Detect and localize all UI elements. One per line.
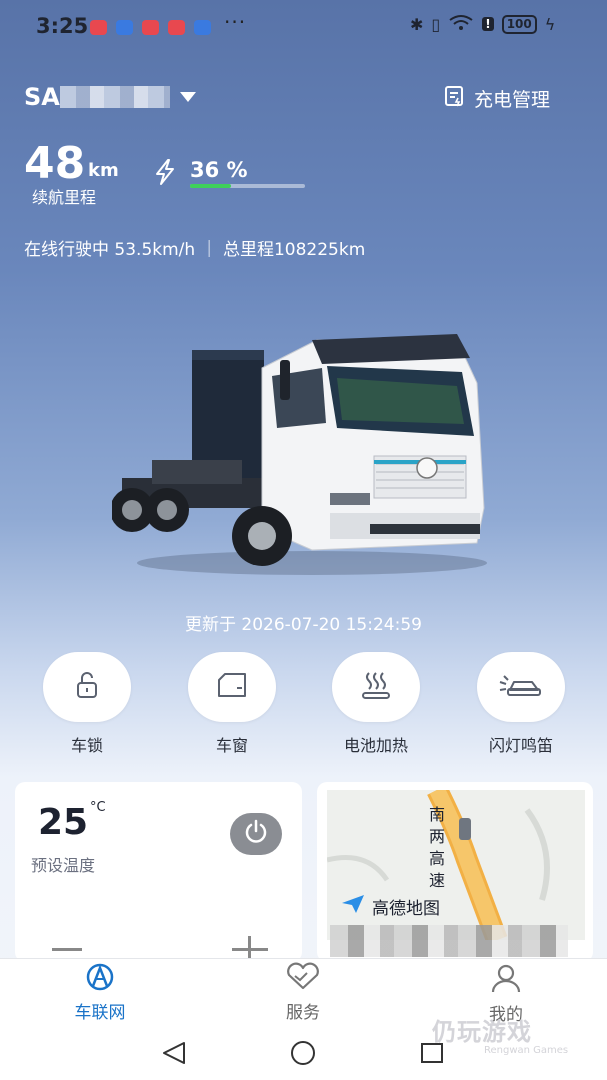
last-update-time: 更新于 2026-07-20 15:24:59 bbox=[185, 615, 422, 635]
charge-document-icon bbox=[444, 85, 466, 112]
home-icon bbox=[291, 1041, 315, 1065]
back-button[interactable] bbox=[160, 1040, 188, 1070]
temperature-decrease-button[interactable] bbox=[52, 948, 82, 951]
range-label: 续航里程 bbox=[32, 188, 97, 207]
climate-power-button[interactable] bbox=[230, 813, 282, 855]
preset-temperature: 25 bbox=[38, 802, 89, 843]
charge-management-button[interactable]: 充电管理 bbox=[444, 85, 550, 112]
nav-service-label: 服务 bbox=[286, 1003, 320, 1023]
window-label: 车窗 bbox=[215, 736, 248, 755]
map-road-label: 南 两 高 速 bbox=[429, 805, 446, 890]
horn-button[interactable] bbox=[477, 652, 565, 722]
vehicle-id-prefix: SA bbox=[24, 83, 60, 111]
status-bar: 3:25 ··· ✱ ▯ ! 100 ϟ bbox=[0, 0, 607, 56]
chevron-down-icon bbox=[179, 92, 196, 102]
status-icons: ✱ ▯ ! 100 ϟ bbox=[410, 14, 555, 34]
battery-progress-track bbox=[190, 184, 305, 188]
wifi-icon bbox=[448, 14, 474, 34]
usb-icon bbox=[116, 20, 133, 35]
control-window[interactable]: 车窗 bbox=[188, 652, 276, 756]
service-icon bbox=[243, 962, 363, 996]
charge-management-label: 充电管理 bbox=[474, 89, 551, 111]
control-flash-horn[interactable]: 闪灯鸣笛 bbox=[477, 652, 565, 756]
battery-percent: 36 % bbox=[190, 158, 248, 182]
back-icon bbox=[163, 1042, 185, 1064]
heating-label: 电池加热 bbox=[343, 736, 408, 755]
control-battery-heating[interactable]: 电池加热 bbox=[332, 652, 420, 756]
lock-icon bbox=[71, 669, 103, 705]
notification-icon bbox=[90, 20, 107, 35]
vibrate-icon: ▯ bbox=[431, 14, 441, 34]
vehicle-id-redacted bbox=[59, 86, 170, 108]
window-icon bbox=[215, 670, 249, 704]
notification-icon bbox=[142, 20, 159, 35]
map-address-redacted bbox=[330, 925, 568, 957]
battery-progress-fill bbox=[190, 184, 232, 188]
control-lock[interactable]: 车锁 bbox=[43, 652, 131, 756]
more-notifications-icon: ··· bbox=[224, 10, 247, 34]
power-icon bbox=[242, 818, 270, 850]
lock-button[interactable] bbox=[43, 652, 131, 722]
preset-temperature-label: 预设温度 bbox=[31, 856, 96, 875]
amap-logo: 高德地图 bbox=[340, 893, 440, 920]
lock-label: 车锁 bbox=[70, 736, 103, 755]
profile-icon bbox=[446, 962, 566, 998]
notification-icon bbox=[168, 20, 185, 35]
map-provider: 高德地图 bbox=[372, 899, 440, 919]
charging-icon: ϟ bbox=[544, 14, 556, 34]
heating-button[interactable] bbox=[332, 652, 420, 722]
alert-icon: ! bbox=[482, 17, 494, 31]
drive-status: 在线行驶中 53.5km/h ｜ 总里程108225km bbox=[24, 240, 366, 260]
temperature-unit: °C bbox=[90, 800, 106, 815]
car-network-icon bbox=[40, 962, 160, 996]
heating-icon bbox=[359, 669, 393, 705]
nav-car-network-label: 车联网 bbox=[74, 1003, 126, 1023]
watermark-main: 仍玩游戏 bbox=[432, 1018, 532, 1046]
status-time: 3:25 bbox=[36, 14, 89, 38]
lightning-icon bbox=[152, 158, 178, 190]
truck-image bbox=[110, 328, 492, 583]
horn-label: 闪灯鸣笛 bbox=[488, 736, 553, 755]
bluetooth-notif-icon bbox=[194, 20, 211, 35]
home-button[interactable] bbox=[289, 1040, 317, 1070]
plus-icon bbox=[248, 936, 251, 958]
nav-car-network[interactable]: 车联网 bbox=[40, 962, 160, 1023]
range-value: 48 bbox=[24, 138, 86, 189]
horn-icon bbox=[498, 670, 544, 704]
watermark: 仍玩游戏 Rengwan Games bbox=[432, 1012, 568, 1056]
nav-service[interactable]: 服务 bbox=[243, 962, 363, 1023]
battery-indicator: 100 bbox=[501, 14, 537, 34]
bluetooth-icon: ✱ bbox=[410, 14, 424, 34]
watermark-sub: Rengwan Games bbox=[484, 1045, 569, 1056]
vehicle-selector[interactable]: SA bbox=[24, 83, 196, 111]
navigation-arrow-icon bbox=[340, 893, 366, 920]
window-button[interactable] bbox=[188, 652, 276, 722]
range-unit: km bbox=[88, 160, 119, 181]
